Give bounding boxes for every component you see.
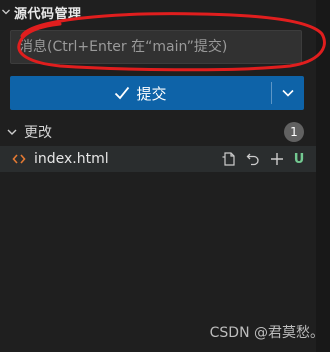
discard-changes-icon[interactable] <box>244 150 262 168</box>
file-name: index.html <box>34 151 109 167</box>
untracked-status-badge: U <box>293 151 305 167</box>
panel-title: 源代码管理 <box>14 6 82 22</box>
commit-message-input[interactable] <box>11 31 301 63</box>
commit-button[interactable]: 提交 <box>10 76 271 110</box>
commit-button-group: 提交 <box>10 76 304 110</box>
changes-label: 更改 <box>24 125 52 141</box>
chevron-down-icon <box>4 124 20 140</box>
chevron-down-icon <box>282 89 294 97</box>
watermark: CSDN @君莫愁。 <box>209 325 324 341</box>
chevron-down-icon <box>0 6 12 18</box>
commit-button-label: 提交 <box>136 84 167 103</box>
panel-edge <box>316 0 330 352</box>
changes-section-header[interactable]: 更改 1 <box>0 120 316 144</box>
commit-message-field[interactable] <box>10 30 302 64</box>
source-control-panel: 源代码管理 提交 更改 1 index.html <box>0 0 316 352</box>
file-actions: U <box>220 149 306 169</box>
check-icon <box>114 86 130 100</box>
open-file-icon[interactable] <box>220 150 238 168</box>
plus-icon[interactable] <box>268 150 286 168</box>
html-file-icon <box>12 152 26 166</box>
file-list-item[interactable]: index.html U <box>0 146 316 172</box>
commit-dropdown-button[interactable] <box>272 76 304 110</box>
panel-header[interactable]: 源代码管理 <box>0 0 316 24</box>
changes-count-badge: 1 <box>284 122 304 142</box>
